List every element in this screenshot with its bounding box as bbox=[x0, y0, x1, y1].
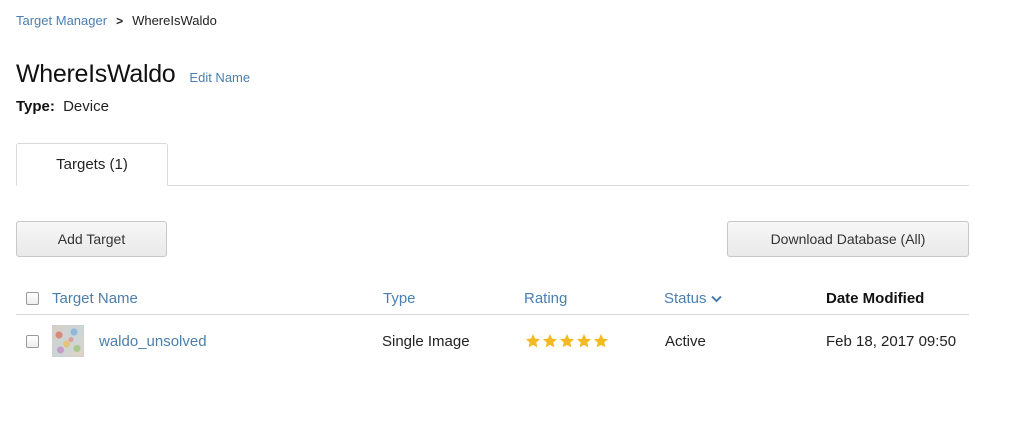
tab-targets[interactable]: Targets (1) bbox=[16, 143, 168, 186]
column-type[interactable]: Type bbox=[383, 282, 416, 314]
target-date-modified: Feb 18, 2017 09:50 bbox=[826, 332, 957, 350]
column-status[interactable]: Status bbox=[664, 282, 722, 314]
column-target-name[interactable]: Target Name bbox=[52, 282, 138, 314]
target-rating bbox=[525, 315, 609, 367]
type-value: Device bbox=[63, 98, 109, 115]
table-header: Target Name Type Rating Status Date Modi… bbox=[16, 282, 969, 315]
chevron-down-icon bbox=[710, 290, 722, 307]
target-thumbnail[interactable] bbox=[52, 325, 84, 357]
target-status: Active bbox=[665, 332, 706, 350]
column-rating[interactable]: Rating bbox=[524, 282, 567, 314]
title-row: WhereIsWaldo Edit Name bbox=[16, 60, 250, 89]
target-type: Single Image bbox=[382, 332, 470, 350]
edit-name-link[interactable]: Edit Name bbox=[189, 70, 250, 85]
select-all-checkbox[interactable] bbox=[26, 291, 39, 305]
page-title: WhereIsWaldo bbox=[16, 60, 176, 88]
column-date-modified: Date Modified bbox=[826, 289, 925, 307]
star-icon bbox=[526, 334, 540, 348]
breadcrumb: Target Manager > WhereIsWaldo bbox=[16, 13, 217, 28]
targets-table: Target Name Type Rating Status Date Modi… bbox=[16, 282, 969, 367]
download-database-button[interactable]: Download Database (All) bbox=[727, 221, 969, 257]
column-status-label: Status bbox=[664, 289, 707, 307]
rating-stars bbox=[525, 333, 609, 349]
star-icon bbox=[577, 334, 591, 348]
row-checkbox[interactable] bbox=[26, 334, 39, 348]
star-icon bbox=[543, 334, 557, 348]
type-label: Type: bbox=[16, 98, 55, 115]
target-name-link[interactable]: waldo_unsolved bbox=[99, 315, 207, 367]
table-row: waldo_unsolved Single Image Active Feb 1… bbox=[16, 315, 969, 367]
breadcrumb-target-manager-link[interactable]: Target Manager bbox=[16, 13, 107, 28]
star-icon bbox=[560, 334, 574, 348]
database-type: Type: Device bbox=[16, 98, 109, 115]
add-target-button[interactable]: Add Target bbox=[16, 221, 167, 257]
breadcrumb-separator: > bbox=[116, 13, 124, 28]
star-icon bbox=[594, 334, 608, 348]
breadcrumb-current: WhereIsWaldo bbox=[132, 13, 217, 28]
